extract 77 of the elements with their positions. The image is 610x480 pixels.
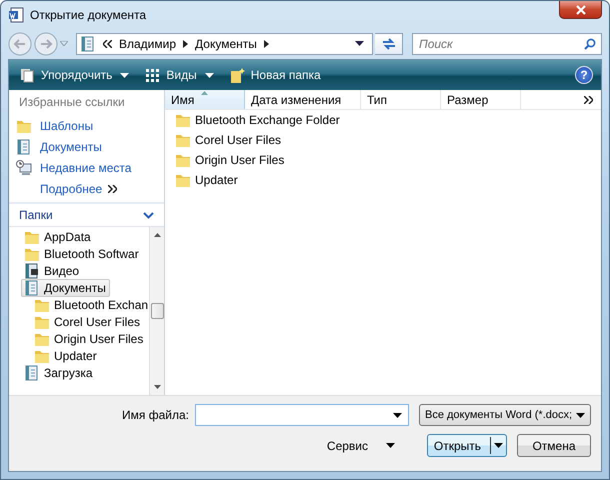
refresh-button[interactable]	[375, 32, 403, 54]
more-link[interactable]: Подробнее	[40, 182, 102, 196]
close-button[interactable]	[559, 1, 602, 19]
dropdown-caret-icon	[355, 41, 364, 46]
window-title: Открытие документа	[30, 8, 146, 22]
back-button-icon[interactable]	[8, 32, 32, 56]
open-button[interactable]: Открыть	[427, 434, 507, 457]
film-library-icon	[24, 262, 40, 278]
split-caret-icon	[494, 443, 503, 448]
scroll-down-icon	[154, 385, 160, 389]
word-document-icon	[8, 6, 24, 22]
file-item[interactable]: Corel User Files	[165, 130, 601, 150]
dropdown-caret-icon	[576, 412, 586, 418]
folder-icon	[175, 112, 191, 128]
file-item[interactable]: Updater	[165, 170, 601, 190]
column-header[interactable]: Тип	[361, 90, 441, 109]
pages-icon	[20, 68, 35, 82]
tree-item[interactable]: Bluetooth Exchan	[31, 296, 152, 314]
file-name-field[interactable]	[195, 404, 409, 426]
breadcrumb-arrow-icon[interactable]	[264, 40, 269, 48]
scrollbar-thumb[interactable]	[150, 303, 164, 319]
breadcrumb-item[interactable]: Владимир	[119, 36, 176, 50]
toolbar-button[interactable]: Виды	[142, 66, 217, 84]
new-folder-icon	[230, 68, 245, 82]
dropdown-caret-icon	[393, 413, 402, 418]
tree-item[interactable]: Видео	[21, 262, 84, 280]
favorite-link[interactable]: Шаблоны	[40, 118, 94, 132]
folders-header[interactable]: Папки	[9, 202, 164, 227]
caret-icon	[120, 72, 130, 78]
tree-item[interactable]: Загрузка	[21, 364, 97, 382]
section-heading: Папки	[19, 208, 53, 222]
tree-item[interactable]: Origin User Files	[31, 330, 148, 348]
double-chevron-icon	[108, 184, 118, 192]
computer-clock-icon	[16, 160, 32, 176]
history-caret-icon[interactable]	[60, 41, 68, 46]
refresh-arrows-icon	[380, 36, 396, 50]
breadcrumb-item[interactable]: Документы	[195, 36, 257, 50]
caret-icon	[204, 72, 214, 78]
cancel-button[interactable]: Отмена	[517, 434, 591, 457]
tree-item[interactable]: AppData	[21, 228, 95, 246]
tree-item[interactable]: Corel User Files	[31, 312, 144, 330]
grid-icon	[145, 68, 160, 82]
tools-menu-button[interactable]: Сервис	[324, 436, 397, 454]
file-type-dropdown[interactable]: Все документы Word (*.docx;	[419, 404, 591, 426]
tree-item[interactable]: Документы	[21, 278, 110, 296]
search-icon	[584, 38, 596, 50]
column-header[interactable]: Имя	[165, 90, 245, 109]
toolbar-button[interactable]: Упорядочить	[17, 66, 132, 84]
address-bar[interactable]: Владимир Документы	[76, 32, 373, 54]
double-chevron-icon	[103, 40, 112, 48]
close-icon	[576, 4, 586, 14]
document-library-icon	[16, 138, 32, 154]
help-button[interactable]: ?	[575, 66, 593, 84]
toolbar-button[interactable]: Новая папка	[226, 66, 324, 84]
column-header[interactable]: Размер	[441, 90, 521, 109]
scroll-up-icon	[154, 233, 160, 237]
file-item[interactable]: Bluetooth Exchange Folder	[165, 110, 601, 130]
favorite-link[interactable]: Документы	[40, 140, 102, 154]
field-label: Имя файла:	[122, 408, 189, 422]
folder-icon	[175, 172, 191, 188]
scrollbar[interactable]	[149, 227, 164, 395]
tree-item[interactable]: Updater	[31, 346, 101, 364]
column-header[interactable]: Дата изменения	[245, 90, 361, 109]
forward-button-icon[interactable]	[34, 32, 58, 56]
tree-item[interactable]: Bluetooth Softwar	[21, 244, 143, 262]
document-library-icon	[24, 280, 40, 296]
double-chevron-icon[interactable]	[584, 96, 593, 104]
search-field[interactable]: Поиск	[412, 32, 602, 54]
caret-icon	[386, 443, 395, 448]
document-library-icon	[80, 36, 96, 52]
folder-icon	[175, 132, 191, 148]
section-heading: Избранные ссылки	[18, 94, 126, 111]
file-item[interactable]: Origin User Files	[165, 150, 601, 170]
breadcrumb-arrow-icon[interactable]	[183, 40, 188, 48]
favorite-link[interactable]: Недавние места	[40, 160, 132, 174]
folder-icon	[175, 152, 191, 168]
document-library-icon	[24, 364, 40, 380]
